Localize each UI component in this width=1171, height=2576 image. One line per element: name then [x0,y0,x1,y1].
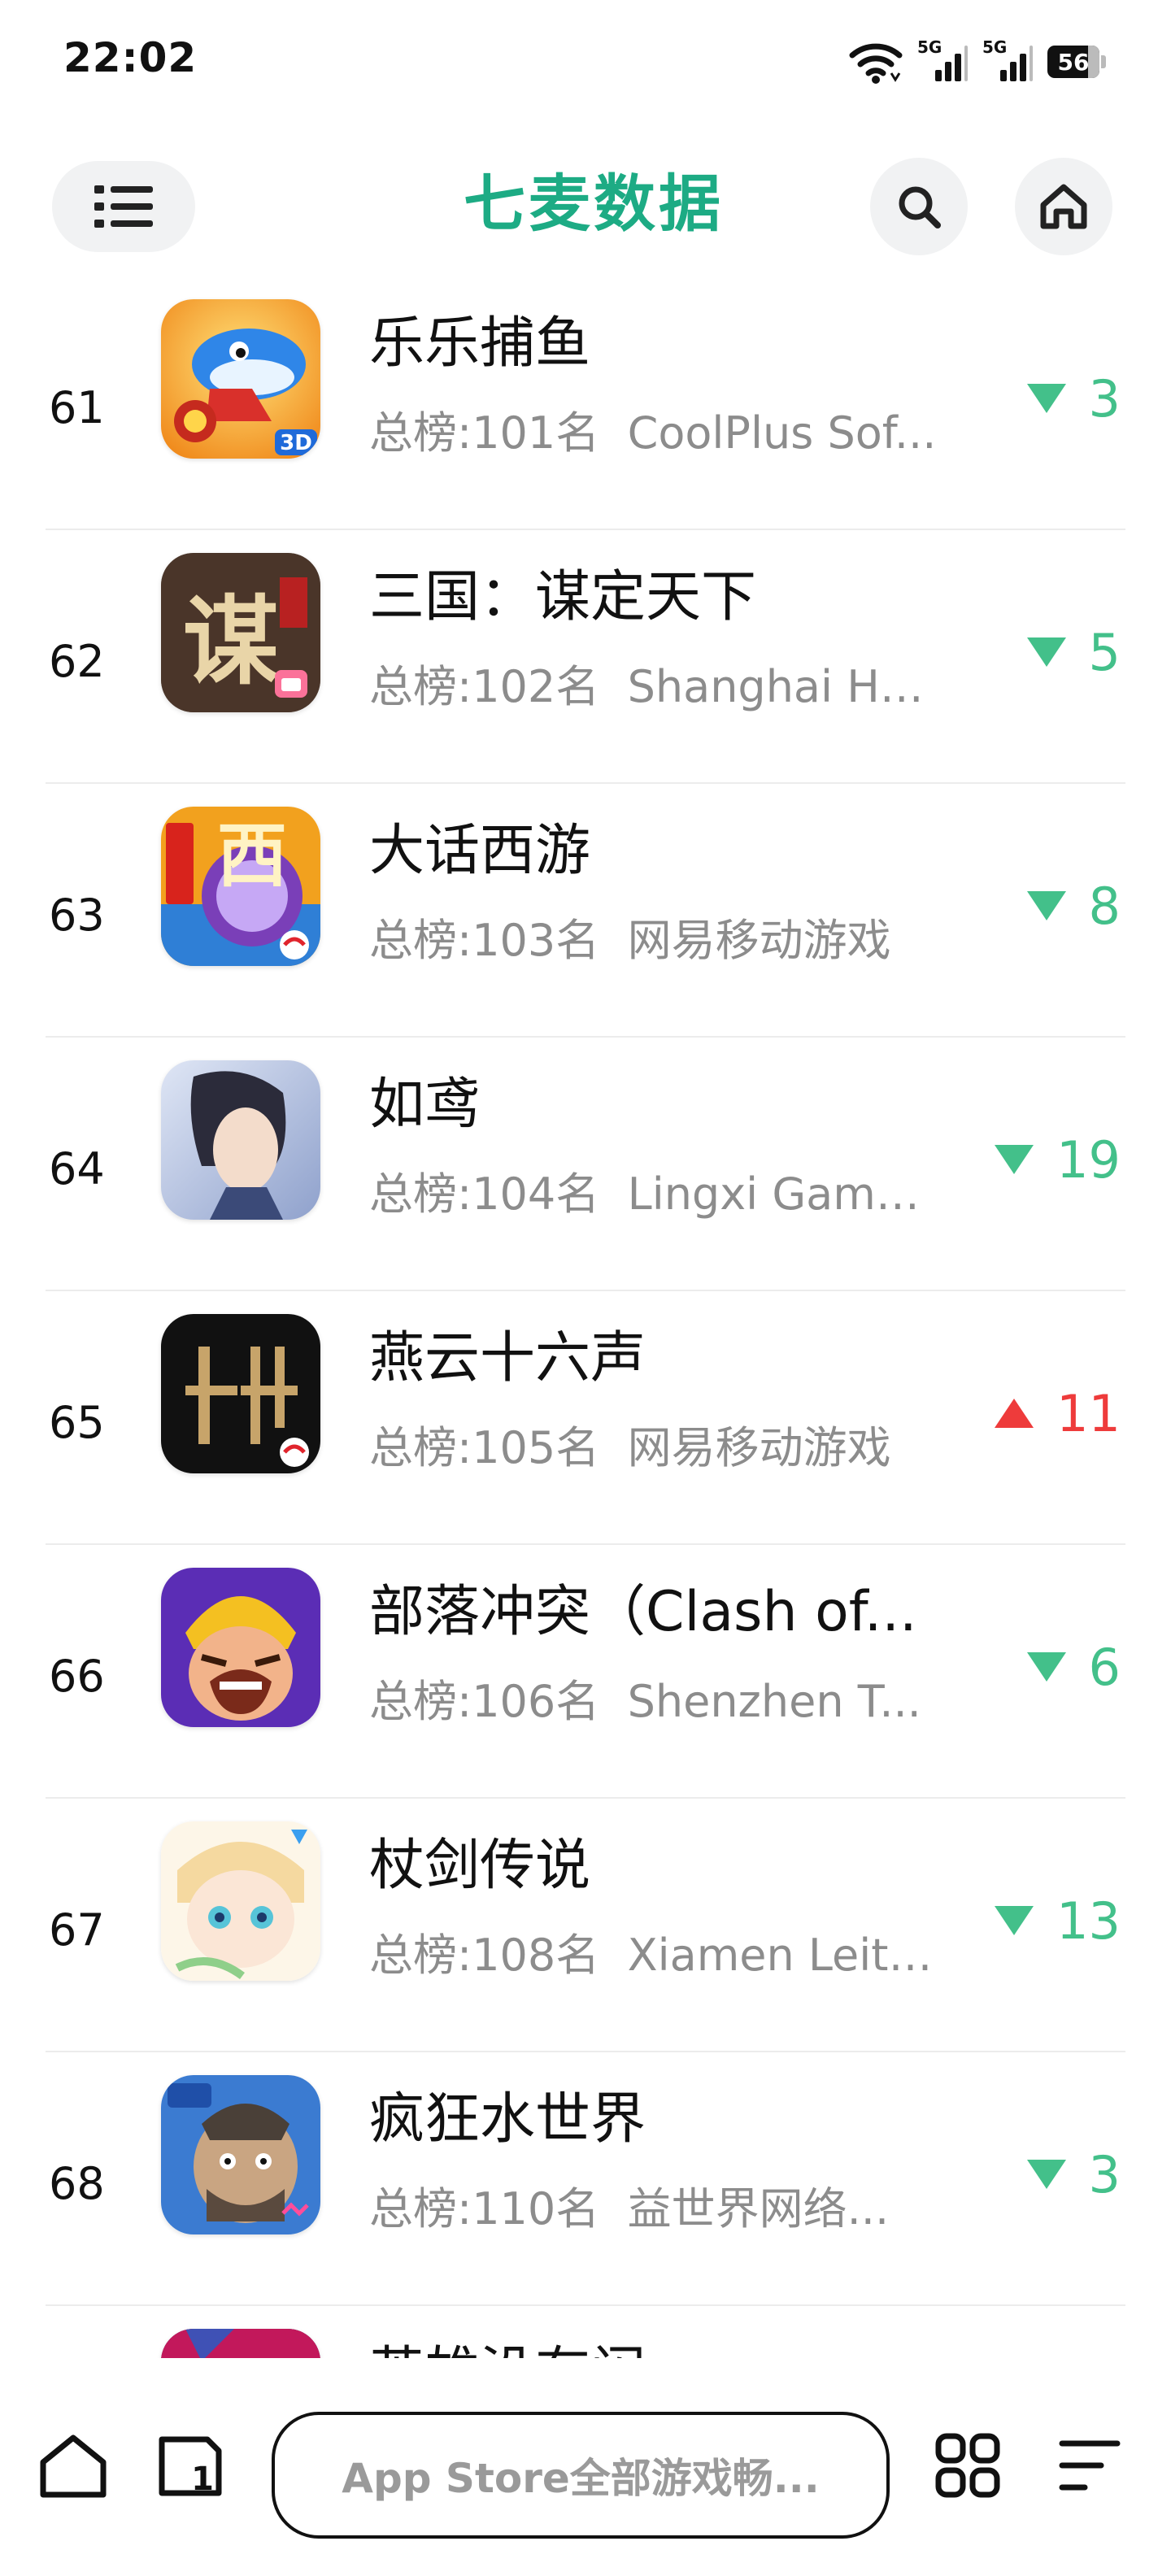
down-triangle-icon [1026,2160,1066,2189]
wifi-icon [849,43,903,84]
list-menu-icon [94,185,153,228]
app-subtitle: 总榜:108名 Xiamen Leiti... [369,1930,938,1981]
down-triangle-icon [995,1145,1034,1174]
app-icon-sanguo[interactable]: 谋 [161,553,320,712]
app-icon-dahua[interactable]: 西 [161,807,320,966]
list-item[interactable]: 64 如鸢 总榜:104名 Lingxi Game... 19 [0,1038,1171,1291]
list-item[interactable]: 67 杖剑传说 总榜:108名 Xiamen Leiti... 13 [0,1799,1171,2052]
app-name[interactable]: 疯狂水世界 [369,2073,955,2154]
rank-change: 8 [1026,865,1121,946]
rank-number: 64 [49,1143,105,1194]
browser-home-icon [40,2435,107,2498]
address-bar[interactable]: App Store全部游戏畅... [272,2412,890,2539]
app-icon-yanyun[interactable] [161,1314,320,1473]
app-subtitle: 总榜:110名 益世界网络... [369,2183,890,2234]
app-icon-fishing[interactable]: 3D [161,299,320,459]
svg-text:3D: 3D [280,431,312,455]
rank-number: 68 [49,2158,105,2209]
menu-button[interactable] [52,161,195,252]
list-item[interactable]: 66 部落冲突（Clash of... 总榜:106名 Shenzhen T..… [0,1545,1171,1799]
app-icon-yingxiong[interactable] [161,2329,320,2358]
list-item[interactable]: 63 西 大话西游 总榜:103名 网易移动游戏 8 [0,784,1171,1038]
rank-number: 62 [49,636,105,687]
rank-number: 61 [49,382,105,433]
down-triangle-icon [1026,637,1066,667]
app-name[interactable]: 如鸢 [369,1059,955,1139]
down-triangle-icon [1026,1652,1066,1682]
list-item[interactable]: 65 燕云十六声 总榜:105名 网易移动游戏 11 [0,1291,1171,1545]
down-triangle-icon [995,1906,1034,1935]
battery-level: 56 [1057,48,1090,76]
tabs-button[interactable]: 1 [150,2425,231,2506]
app-subtitle: 总榜:103名 网易移动游戏 [369,915,891,966]
app-subtitle: 总榜:104名 Lingxi Game... [369,1168,938,1220]
svg-text:谋: 谋 [183,585,279,698]
list-item[interactable]: 61 3D 乐乐捕鱼 总榜:101名 CoolPlus Sof... 3 [0,276,1171,530]
app-name[interactable]: 杖剑传说 [369,1820,955,1900]
search-icon [899,186,941,228]
app-name[interactable]: 三国：谋定天下 [369,551,955,632]
cellular-signal-2-icon: 5G [982,37,1033,86]
list-item[interactable]: 英雄没有闪 [0,2306,1171,2358]
down-triangle-icon [1026,891,1066,920]
svg-text:西: 西 [217,816,287,897]
app-icon-clash[interactable] [161,1568,320,1727]
browser-bottom-bar: 1 App Store全部游戏畅... [0,2358,1171,2576]
app-icon-zhangjian[interactable] [161,1821,320,1981]
app-name[interactable]: 燕云十六声 [369,1312,955,1393]
app-name[interactable]: 英雄没有闪 [369,2327,955,2358]
apps-button[interactable] [927,2425,1008,2506]
app-header: 七麦数据 [0,154,1171,260]
status-time: 22:02 [63,34,198,81]
rank-change: 6 [1026,1626,1121,1708]
app-name[interactable]: 乐乐捕鱼 [369,298,955,378]
rank-change: 19 [995,1119,1121,1200]
ranking-list: 61 3D 乐乐捕鱼 总榜:101名 CoolPlus Sof... 3 62 [0,276,1171,2358]
rank-number: 67 [49,1904,105,1956]
status-bar: 22:02 5G 5G 56 [0,0,1171,130]
app-name[interactable]: 部落冲突（Clash of... [369,1566,955,1647]
home-button[interactable] [1015,158,1112,255]
app-subtitle: 总榜:105名 网易移动游戏 [369,1422,891,1473]
app-subtitle: 总榜:101名 CoolPlus Sof... [369,407,937,459]
rank-change: 3 [1026,2134,1121,2215]
browser-menu-button[interactable] [1049,2425,1130,2506]
brand-logo[interactable]: 七麦数据 [447,168,740,241]
tabs-icon: 1 [159,2436,222,2498]
app-subtitle: 总榜:106名 Shenzhen T... [369,1676,921,1727]
rank-number: 63 [49,890,105,941]
rank-change: 11 [995,1373,1121,1454]
tabs-count: 1 [191,2461,214,2498]
search-button[interactable] [870,158,968,255]
home-icon [1040,184,1087,229]
app-subtitle: 总榜:102名 Shanghai Ho... [369,661,938,712]
rank-number: 65 [49,1397,105,1448]
rank-change: 5 [1026,611,1121,693]
battery-icon: 56 [1047,46,1106,78]
status-icons: 5G 5G 56 [849,37,1106,86]
app-icon-ruyuan[interactable] [161,1060,320,1220]
cellular-signal-1-icon: 5G [917,37,968,86]
apps-grid-icon [935,2433,1000,2498]
rank-change: 3 [1026,358,1121,439]
app-icon-fengkuang[interactable] [161,2075,320,2234]
browser-home-button[interactable] [33,2425,114,2506]
rank-change: 13 [995,1880,1121,1961]
rank-number: 66 [49,1651,105,1702]
up-triangle-icon [995,1399,1034,1428]
list-item[interactable]: 68 疯狂水世界 总榜:110名 益世界网络... 3 [0,2052,1171,2306]
down-triangle-icon [1026,384,1066,413]
list-item[interactable]: 62 谋 三国：谋定天下 总榜:102名 Shanghai Ho... 5 [0,530,1171,784]
browser-menu-icon [1059,2440,1121,2491]
app-name[interactable]: 大话西游 [369,805,955,886]
